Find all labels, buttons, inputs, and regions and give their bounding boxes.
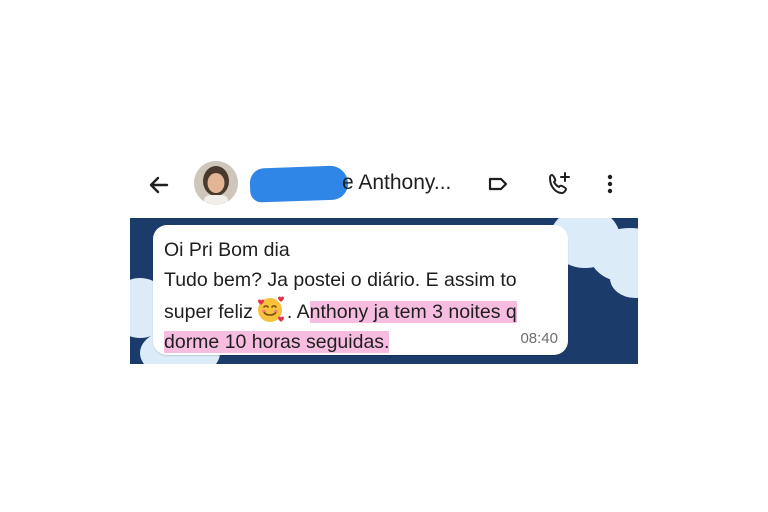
contact-name[interactable]: e Anthony... [342, 171, 451, 195]
message-fragment: . A [286, 301, 310, 323]
label-tag-icon [488, 177, 508, 191]
add-call-button[interactable] [545, 170, 573, 198]
message-line: dorme 10 horas seguidas. [164, 327, 564, 357]
more-vertical-icon [607, 174, 613, 194]
message-bubble[interactable]: Oi Pri Bom dia Tudo bem? Ja postei o diá… [153, 225, 568, 355]
avatar[interactable] [194, 161, 238, 205]
chat-background: Oi Pri Bom dia Tudo bem? Ja postei o diá… [130, 218, 638, 364]
message-line: Oi Pri Bom dia [164, 239, 290, 261]
smiling-face-with-hearts-icon [257, 296, 284, 322]
redaction-scribble [249, 165, 349, 203]
back-button[interactable] [144, 170, 174, 200]
message-timestamp: 08:40 [520, 330, 558, 347]
avatar-photo [194, 161, 238, 205]
highlighted-text: dorme 10 horas seguidas. [164, 331, 390, 353]
highlighted-text: nthony ja tem 3 noites q [309, 301, 517, 323]
chat-header: e Anthony... [132, 150, 638, 216]
label-button[interactable] [484, 170, 512, 198]
add-call-icon [549, 172, 570, 194]
more-options-button[interactable] [596, 170, 624, 198]
arrow-left-icon [149, 176, 169, 194]
message-line: Tudo bem? Ja postei o diário. E assim to [164, 269, 517, 291]
message-text: Oi Pri Bom dia Tudo bem? Ja postei o diá… [164, 235, 564, 357]
message-line: super feliz . Anthony ja tem 3 noites q [164, 295, 564, 327]
message-fragment: super feliz [164, 301, 253, 323]
